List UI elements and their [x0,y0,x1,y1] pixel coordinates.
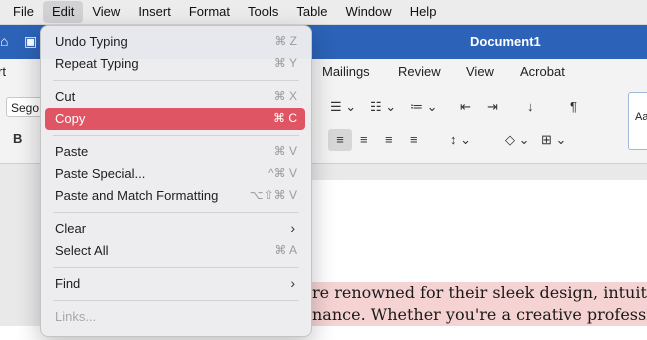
menu-separator [53,267,299,268]
menu-item-find[interactable]: Find › [45,273,305,295]
menu-item-select-all[interactable]: Select All ⌘ A [45,240,305,262]
menu-item-paste-special[interactable]: Paste Special... ^⌘ V [45,163,305,185]
menu-edit[interactable]: Edit [42,1,84,23]
line-spacing-icon[interactable]: ↕ ⌄ [450,132,471,148]
menu-item-repeat-typing[interactable]: Repeat Typing ⌘ Y [45,53,305,75]
document-text-line[interactable]: nance. Whether you're a creative profess… [312,304,647,326]
bullets-icon[interactable]: ☰ ⌄ [330,99,356,115]
styles-gallery[interactable]: Aa [628,92,647,150]
menu-separator [53,212,299,213]
menu-window[interactable]: Window [336,1,400,23]
menu-tools[interactable]: Tools [239,1,287,23]
menu-item-clear[interactable]: Clear › [45,218,305,240]
home-icon[interactable]: ⌂ [0,33,16,49]
chevron-right-icon: › [290,275,295,291]
menu-separator [53,80,299,81]
justify-icon[interactable]: ≡ [410,132,418,147]
document-text-line[interactable]: re renowned for their sleek design, intu… [312,282,647,304]
tab-acrobat[interactable]: Acrobat [520,64,565,79]
menu-insert[interactable]: Insert [129,1,180,23]
align-left-icon[interactable]: ≡ [328,129,352,151]
multilevel-list-icon[interactable]: ≔ ⌄ [410,99,438,115]
menu-item-cut[interactable]: Cut ⌘ X [45,86,305,108]
chevron-right-icon: › [290,220,295,236]
decrease-indent-icon[interactable]: ⇤ [460,99,471,115]
tab-review[interactable]: Review [398,64,441,79]
edit-menu: Undo Typing ⌘ Z Repeat Typing ⌘ Y Cut ⌘ … [40,25,312,337]
align-center-icon[interactable]: ≡ [360,132,368,147]
document-title: Document1 [470,34,541,49]
show-formatting-icon[interactable]: ¶ [570,99,577,114]
menu-view[interactable]: View [83,1,129,23]
sort-icon[interactable]: ↓ [527,99,534,114]
numbering-icon[interactable]: ☷ ⌄ [370,99,396,115]
shading-icon[interactable]: ◇ ⌄ [505,132,530,148]
menu-help[interactable]: Help [401,1,446,23]
increase-indent-icon[interactable]: ⇥ [487,99,498,115]
tab-mailings[interactable]: Mailings [322,64,370,79]
borders-icon[interactable]: ⊞ ⌄ [541,132,566,148]
menu-item-links: Links... [55,309,97,324]
menu-table[interactable]: Table [287,1,336,23]
menu-file[interactable]: File [4,1,43,23]
font-name-field[interactable]: Sego [6,97,44,117]
save-icon[interactable]: ▣ [24,33,40,49]
menu-bar: File Edit View Insert Format Tools Table… [0,0,647,25]
menu-format[interactable]: Format [180,1,239,23]
tab-insert-partial[interactable]: rt [0,64,6,79]
menu-item-copy[interactable]: Copy ⌘ C [45,108,305,130]
bold-button[interactable]: B [13,131,22,146]
menu-item-paste[interactable]: Paste ⌘ V [45,141,305,163]
tab-view[interactable]: View [466,64,494,79]
menu-separator [53,300,299,301]
align-right-icon[interactable]: ≡ [385,132,393,147]
menu-separator [53,135,299,136]
menu-item-undo-typing[interactable]: Undo Typing ⌘ Z [45,31,305,53]
menu-item-paste-match-formatting[interactable]: Paste and Match Formatting ⌥⇧⌘ V [45,185,305,207]
